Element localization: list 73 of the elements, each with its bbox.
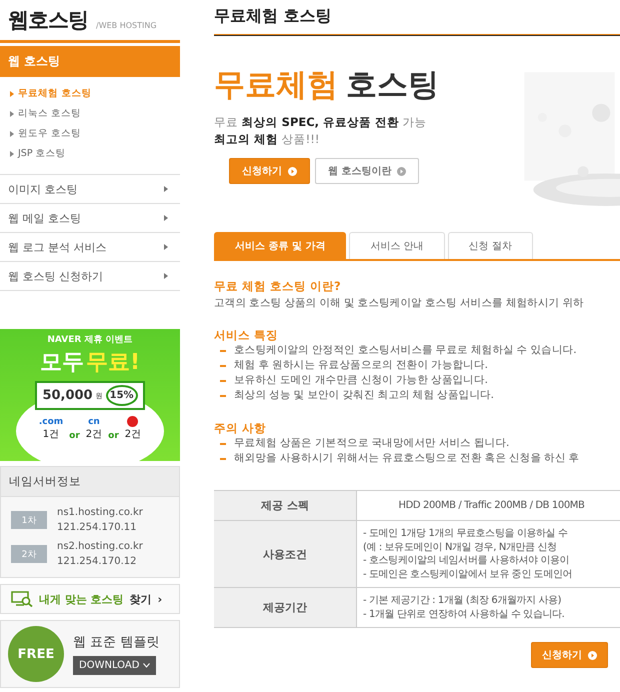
logo[interactable]: 웹호스팅 [8, 6, 88, 34]
table-cell-text: (예 : 보유도메인이 N개일 경우, N개만큼 신청 [363, 540, 557, 554]
monitor-search-icon [11, 591, 33, 607]
chevron-icon [164, 273, 168, 279]
or-label: or [69, 431, 80, 441]
bullet-text: 해외망을 사용하시기 위해서는 유료호스팅으로 전환 혹은 신청을 하신 후 [234, 451, 580, 466]
chevron-icon [164, 215, 168, 221]
banner-caption: NAVER 제휴 이벤트 [47, 334, 133, 346]
domain-count: 2건 [124, 428, 142, 441]
nameserver-host: ns2.hosting.co.kr [57, 540, 143, 554]
bullet-text: 보유하신 도메인 개수만큼 신청이 가능한 상품입니다. [234, 373, 488, 388]
discount-badge: 15% [106, 385, 138, 406]
bullet-text: 체험 후 원하시는 유료상품으로의 전환이 가능합니다. [234, 358, 488, 373]
table-header-cell: 사용조건 [214, 521, 357, 588]
section-heading: 주의 사항 [214, 421, 268, 436]
arrow-circle-icon [288, 166, 297, 176]
tab[interactable]: 서비스 안내 [349, 232, 445, 259]
or-label: or [108, 431, 119, 441]
banner-headline: 모두 [40, 349, 84, 377]
menu-item[interactable]: 이미지 호스팅 [0, 175, 180, 204]
bullet-text: 최상의 성능 및 보안이 갖춰진 최고의 체험 상품입니다. [234, 388, 494, 403]
panel-title: 네임서버정보 [1, 467, 179, 497]
logo-subtitle: /WEB HOSTING [96, 21, 157, 32]
domain-label: cn [88, 417, 100, 427]
table-header-cell: 제공 스펙 [214, 491, 357, 521]
nameserver-ip: 121.254.170.11 [57, 521, 138, 535]
bullet-text: 무료체험 상품은 기본적으로 국내망에서만 서비스 됩니다. [234, 436, 510, 451]
bullet-text: 호스팅케이알의 안정적인 호스팅서비스를 무료로 체험하실 수 있습니다. [234, 343, 576, 358]
hero-headline-accent: 무료체험 [214, 66, 338, 105]
hero-button[interactable]: 웹 호스팅이란 [315, 158, 420, 184]
page-title: 무료체험 호스팅 [214, 0, 620, 36]
tab[interactable]: 신청 절차 [448, 232, 533, 259]
coupon-amount: 50,000 [42, 388, 93, 403]
nameserver-host: ns1.hosting.co.kr [57, 506, 143, 520]
submenu-item[interactable]: 리눅스 호스팅 [10, 107, 170, 120]
section-heading: 서비스 특징 [214, 328, 280, 343]
table-cell-text: - 호스팅케이알의 네임서버를 사용하셔야 이용이 [363, 554, 570, 568]
submenu-item[interactable]: 윈도우 호스팅 [10, 127, 170, 140]
chevron-icon [10, 90, 14, 96]
arrow-circle-icon [397, 166, 406, 176]
download-button[interactable]: DOWNLOAD [73, 656, 156, 675]
table-cell-text: - 기본 제공기간 : 1개월 (최장 6개월까지 사용) [363, 594, 562, 608]
table-cell-text: HDD 200MB / Traffic 200MB / DB 100MB [398, 498, 584, 512]
template-title: 웹 표준 템플릿 [73, 634, 160, 651]
section-paragraph: 고객의 호스팅 상품의 이해 및 호스팅케이알 호스팅 서비스를 체험하시기 위하 [214, 296, 585, 310]
domain-label: .com [38, 417, 64, 427]
menu-item[interactable]: 웹 메일 호스팅 [0, 204, 180, 233]
hero-headline: 호스팅 [346, 66, 439, 105]
menu-item[interactable]: 웹 로그 분석 서비스 [0, 233, 180, 262]
nameserver-label: 1차 [11, 511, 47, 529]
chevron-icon [164, 186, 168, 192]
nameserver-label: 2차 [11, 545, 47, 563]
table-cell-text: - 도메인 1개당 1개의 무료호스팅을 이용하실 수 [363, 527, 568, 540]
chevron-icon [164, 244, 168, 250]
menu-item[interactable]: 웹 호스팅 신청하기 [0, 262, 180, 291]
hero-tagline: 최고의 체험 상품!!! [214, 131, 321, 148]
table-cell-text: - 1개월 단위로 연장하여 사용하실 수 있습니다. [363, 608, 564, 621]
domain-count: 2건 [86, 428, 102, 441]
chevron-icon [10, 110, 14, 116]
nameserver-ip: 121.254.170.12 [57, 555, 138, 569]
table-cell-text: - 도메인은 호스팅케이알에서 보유 중인 도메인어 [363, 568, 572, 581]
caret-icon [142, 663, 150, 668]
section-heading: 무료 체험 호스팅 이란? [214, 279, 342, 294]
submenu-item[interactable]: JSP 호스팅 [10, 147, 170, 160]
arrow-circle-icon [588, 650, 597, 660]
free-badge: FREE [11, 629, 61, 679]
hero-tagline: 무료 최상의 SPEC, 유료상품 전환 가능 [214, 114, 428, 131]
domain-count: 1건 [42, 428, 60, 441]
table-header-cell: 제공기간 [214, 588, 357, 628]
chevron-icon [10, 150, 14, 156]
chevron-icon [10, 130, 14, 136]
banner-highlight: 무료! [86, 349, 140, 377]
find-hosting-button[interactable]: 내게 맞는 호스팅 찾기 › [0, 584, 180, 614]
